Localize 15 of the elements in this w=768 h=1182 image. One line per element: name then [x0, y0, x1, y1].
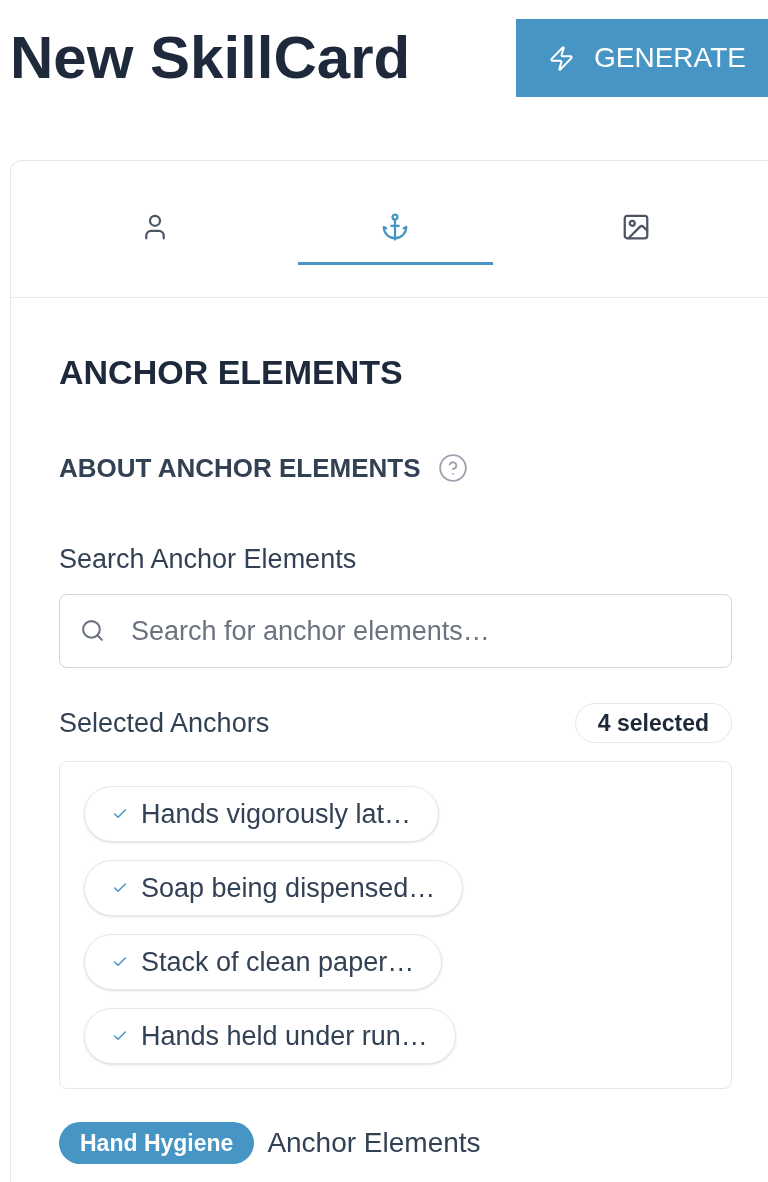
- selected-anchors-label: Selected Anchors: [59, 709, 270, 737]
- anchor-chip[interactable]: Soap being dispensed…: [84, 860, 464, 916]
- lightning-icon: [548, 44, 575, 72]
- help-icon[interactable]: [438, 454, 467, 482]
- about-heading: ABOUT ANCHOR ELEMENTS: [59, 455, 421, 481]
- category-tag: Hand Hygiene: [59, 1122, 255, 1164]
- page-title: New SkillCard: [10, 28, 411, 88]
- category-label: Anchor Elements: [267, 1129, 481, 1157]
- anchor-chip[interactable]: Hands vigorously lat…: [84, 786, 440, 842]
- search-label: Search Anchor Elements: [59, 546, 357, 573]
- section-heading: ANCHOR ELEMENTS: [59, 355, 403, 389]
- anchor-chip[interactable]: Stack of clean paper…: [84, 934, 443, 990]
- search-field[interactable]: Search for anchor elements…: [59, 594, 732, 668]
- anchor-chip[interactable]: Hands held under run…: [84, 1008, 456, 1064]
- search-icon: [80, 618, 105, 643]
